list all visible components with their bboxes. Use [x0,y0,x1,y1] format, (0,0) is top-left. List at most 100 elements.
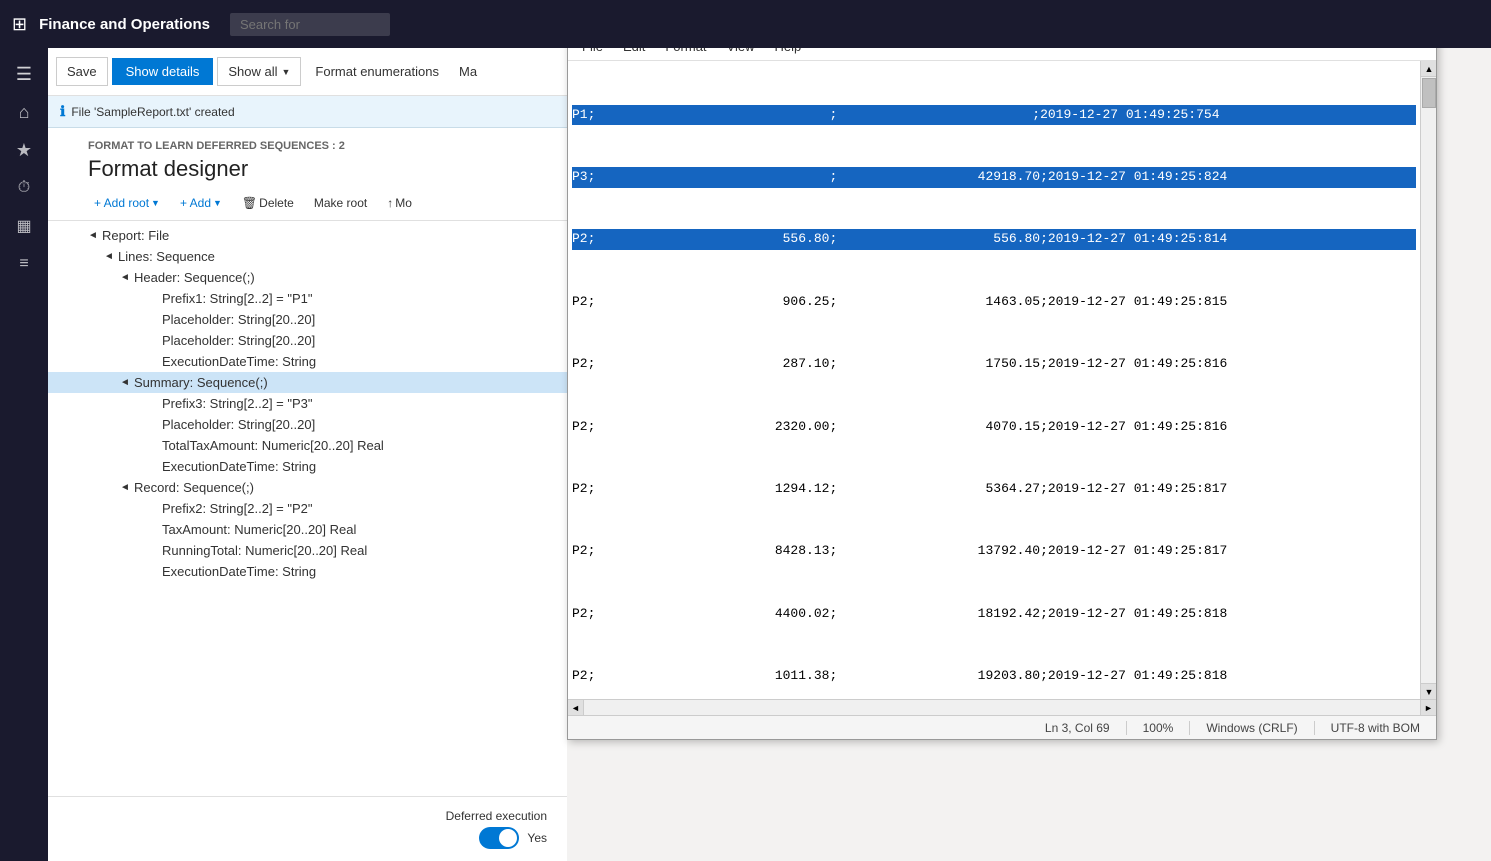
text-row-8: P2; 8428.13; 13792.40;2019-12-27 01:49:2… [572,541,1416,562]
text-row-5: P2; 287.10; 1750.15;2019-12-27 01:49:25:… [572,354,1416,375]
sidebar-home[interactable]: ⌂ [6,94,42,130]
tree-row-summary[interactable]: ◄ Summary: Sequence(;) [48,372,567,393]
tree-label: Header: Sequence(;) [134,270,255,285]
toggle-row: Yes [479,827,547,849]
up-arrow-icon: ↑ [387,196,393,210]
tree-arrow-record: ◄ [120,482,134,493]
text-row-1: P1; ; ;2019-12-27 01:49:25:754 [572,105,1416,126]
tree-label: Placeholder: String[20..20] [162,333,315,348]
format-enumerations-button[interactable]: Format enumerations [305,58,449,85]
add-root-chevron-icon: ▼ [151,198,160,208]
notepad-content-area: P1; ; ;2019-12-27 01:49:25:754 P3; ; 429… [568,61,1436,699]
tree-row-placeholder3[interactable]: Placeholder: String[20..20] [48,414,567,435]
designer-toolbar: + Add root ▼ + Add ▼ 🗑 Delete Make root … [48,186,567,221]
deferred-label: Deferred execution [446,809,547,823]
save-button[interactable]: Save [56,57,108,86]
sidebar-hamburger[interactable]: ☰ [6,56,42,92]
sidebar-recent[interactable]: ⏱ [6,170,42,206]
scroll-thumb-v[interactable] [1422,78,1436,108]
status-cursor: Ln 3, Col 69 [1029,721,1127,735]
tree-label: RunningTotal: Numeric[20..20] Real [162,543,367,558]
search-input[interactable] [230,13,390,36]
tree-label: TotalTaxAmount: Numeric[20..20] Real [162,438,384,453]
tree-label: Summary: Sequence(;) [134,375,268,390]
deferred-toggle[interactable] [479,827,519,849]
tree-row-header[interactable]: ◄ Header: Sequence(;) [48,267,567,288]
tree-arrow-report: ◄ [88,230,102,241]
tree-row-placeholder1[interactable]: Placeholder: String[20..20] [48,309,567,330]
status-lineending: Windows (CRLF) [1190,721,1314,735]
add-chevron-icon: ▼ [213,198,222,208]
tree-label: Placeholder: String[20..20] [162,312,315,327]
scroll-track-v [1421,77,1436,683]
info-icon: ℹ [60,103,65,120]
tree-row-lines[interactable]: ◄ Lines: Sequence [48,246,567,267]
main-content: Save Show details Show all ▼ Format enum… [48,48,567,861]
text-row-10: P2; 1011.38; 19203.80;2019-12-27 01:49:2… [572,666,1416,687]
ma-button[interactable]: Ma [453,58,483,85]
chevron-down-icon: ▼ [282,67,291,77]
notepad-hscrollbar[interactable]: ◄ ► [568,699,1436,715]
tree-label: Prefix3: String[2..2] = "P3" [162,396,313,411]
bottom-section: Deferred execution Yes [48,796,567,861]
fo-toolbar: Save Show details Show all ▼ Format enum… [48,48,567,96]
tree-row-execdt2[interactable]: ExecutionDateTime: String [48,456,567,477]
add-root-button[interactable]: + Add root ▼ [88,192,166,214]
notepad-window: SampleReport (4).txt - Notepad — □ ✕ Fil… [567,0,1437,740]
status-encoding: UTF-8 with BOM [1315,721,1436,735]
tree-row-running[interactable]: RunningTotal: Numeric[20..20] Real [48,540,567,561]
sidebar-modules[interactable]: ≡ [6,246,42,282]
tree-label: Placeholder: String[20..20] [162,417,315,432]
sidebar-favorites[interactable]: ★ [6,132,42,168]
page-title: Format designer [88,156,551,182]
scroll-up-button[interactable]: ▲ [1421,61,1436,77]
show-details-button[interactable]: Show details [112,58,214,85]
tree-arrow-lines: ◄ [104,251,118,262]
tree-label: Report: File [102,228,169,243]
tree-label: Lines: Sequence [118,249,215,264]
tree-arrow-header: ◄ [120,272,134,283]
notepad-text-area[interactable]: P1; ; ;2019-12-27 01:49:25:754 P3; ; 429… [568,61,1420,699]
tree-row-prefix3[interactable]: Prefix3: String[2..2] = "P3" [48,393,567,414]
trash-icon: 🗑 [242,196,257,210]
tree-row-prefix2[interactable]: Prefix2: String[2..2] = "P2" [48,498,567,519]
text-row-9: P2; 4400.02; 18192.42;2019-12-27 01:49:2… [572,604,1416,625]
tree-container: ◄ Report: File ◄ Lines: Sequence ◄ Heade… [48,221,567,796]
text-row-7: P2; 1294.12; 5364.27;2019-12-27 01:49:25… [572,479,1416,500]
tree-row-totaltax[interactable]: TotalTaxAmount: Numeric[20..20] Real [48,435,567,456]
sidebar-workspaces[interactable]: ▦ [6,208,42,244]
notepad-vscrollbar[interactable]: ▲ ▼ [1420,61,1436,699]
tree-row-execdt3[interactable]: ExecutionDateTime: String [48,561,567,582]
make-root-button[interactable]: Make root [308,192,373,214]
tree-row-placeholder2[interactable]: Placeholder: String[20..20] [48,330,567,351]
tree-label: ExecutionDateTime: String [162,459,316,474]
notepad-statusbar: Ln 3, Col 69 100% Windows (CRLF) UTF-8 w… [568,715,1436,739]
scroll-right-button[interactable]: ► [1420,700,1436,716]
show-all-button[interactable]: Show all ▼ [217,57,301,86]
text-row-2: P3; ; 42918.70;2019-12-27 01:49:25:824 [572,167,1416,188]
tree-label: Prefix1: String[2..2] = "P1" [162,291,313,306]
grid-icon[interactable]: ⊞ [12,14,27,35]
tree-row-taxamount[interactable]: TaxAmount: Numeric[20..20] Real [48,519,567,540]
tree-row-prefix1[interactable]: Prefix1: String[2..2] = "P1" [48,288,567,309]
add-button[interactable]: + Add ▼ [174,192,228,214]
tree-row-record[interactable]: ◄ Record: Sequence(;) [48,477,567,498]
tree-row-execdt1[interactable]: ExecutionDateTime: String [48,351,567,372]
info-message: File 'SampleReport.txt' created [71,105,234,119]
page-subtitle: FORMAT TO LEARN DEFERRED SEQUENCES : 2 [88,140,551,152]
delete-button[interactable]: 🗑 Delete [236,192,300,214]
tree-label: TaxAmount: Numeric[20..20] Real [162,522,356,537]
tree-label: ExecutionDateTime: String [162,564,316,579]
app-sidebar: ☰ ⌂ ★ ⏱ ▦ ≡ [0,48,48,861]
page-header: FORMAT TO LEARN DEFERRED SEQUENCES : 2 F… [48,128,567,186]
tree-label: ExecutionDateTime: String [162,354,316,369]
scroll-down-button[interactable]: ▼ [1421,683,1436,699]
scroll-left-button[interactable]: ◄ [568,700,584,716]
move-button[interactable]: ↑ Mo [381,192,418,214]
tree-label: Record: Sequence(;) [134,480,254,495]
tree-row-report[interactable]: ◄ Report: File [48,225,567,246]
status-zoom: 100% [1127,721,1191,735]
text-row-3: P2; 556.80; 556.80;2019-12-27 01:49:25:8… [572,229,1416,250]
tree-label: Prefix2: String[2..2] = "P2" [162,501,313,516]
toggle-yes-label: Yes [527,831,547,845]
